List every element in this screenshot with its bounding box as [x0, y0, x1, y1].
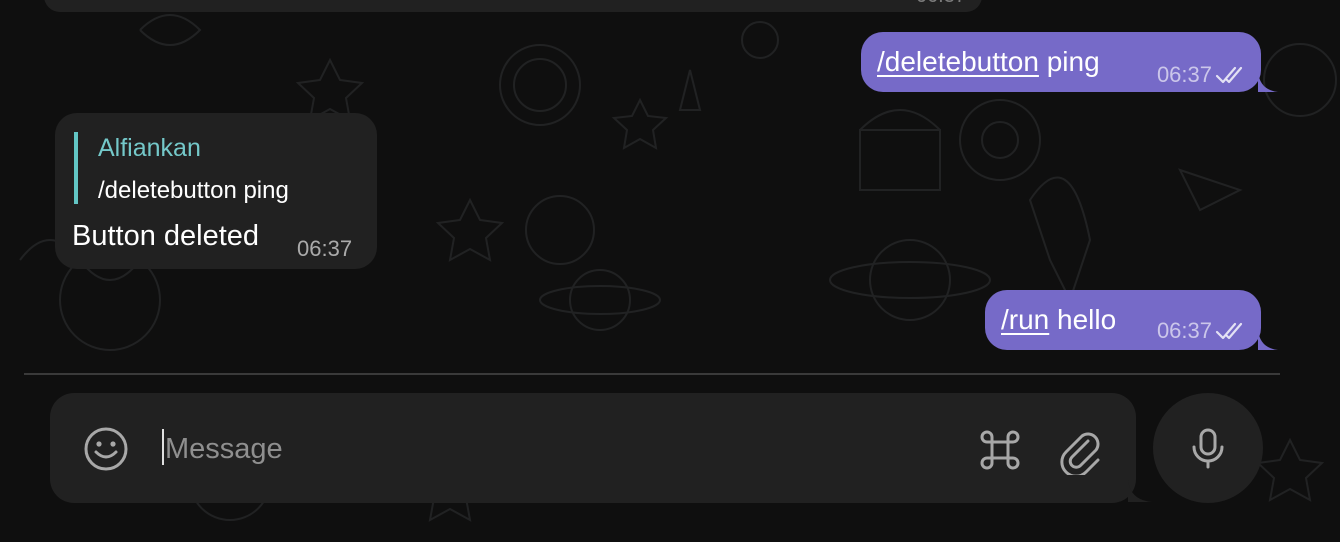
composer-divider — [24, 373, 1280, 375]
smiley-icon[interactable] — [82, 425, 130, 473]
reply-text: /deletebutton ping — [98, 177, 289, 204]
outgoing-message[interactable]: /deletebutton ping 06:37 — [861, 32, 1261, 92]
message-time: 06:37 — [1156, 318, 1212, 343]
message-time: 06:37 — [916, 0, 966, 8]
command-icon[interactable] — [975, 425, 1025, 475]
bubble-tail — [1258, 72, 1278, 92]
message-text: /deletebutton ping — [877, 46, 1100, 78]
microphone-icon — [1192, 428, 1224, 469]
message-meta: 06:37 — [1157, 62, 1249, 88]
outgoing-message[interactable]: /run hello 06:37 — [985, 290, 1261, 350]
message-meta: 06:37 — [1157, 318, 1249, 344]
chat-area: 06:37 /deletebutton ping 06:37 Alfiankan… — [0, 0, 1340, 542]
message-time: 06:37 — [1156, 62, 1212, 87]
bubble-tail — [1258, 330, 1278, 350]
composer-tail — [1128, 480, 1152, 502]
reply-author: Alfiankan — [98, 134, 201, 162]
message-meta: 06:37 — [297, 236, 352, 262]
reply-quote[interactable]: Alfiankan /deletebutton ping — [74, 132, 304, 204]
bot-command-link[interactable]: /run — [1001, 304, 1049, 335]
double-check-icon — [1215, 66, 1243, 84]
message-text: Button deleted — [72, 220, 260, 252]
bot-command-link[interactable]: /deletebutton — [877, 46, 1039, 77]
message-time: 06:37 — [297, 236, 353, 261]
message-text: /run hello — [1001, 304, 1116, 336]
message-composer — [50, 393, 1136, 503]
previous-message-bubble: 06:37 — [44, 0, 982, 12]
voice-record-button[interactable] — [1153, 393, 1263, 503]
paperclip-icon[interactable] — [1058, 427, 1104, 475]
message-text-rest: hello — [1049, 304, 1117, 335]
message-input[interactable] — [163, 421, 947, 477]
double-check-icon — [1215, 322, 1243, 340]
message-text-rest: ping — [1038, 46, 1100, 77]
incoming-message[interactable]: Alfiankan /deletebutton ping Button dele… — [55, 113, 377, 269]
